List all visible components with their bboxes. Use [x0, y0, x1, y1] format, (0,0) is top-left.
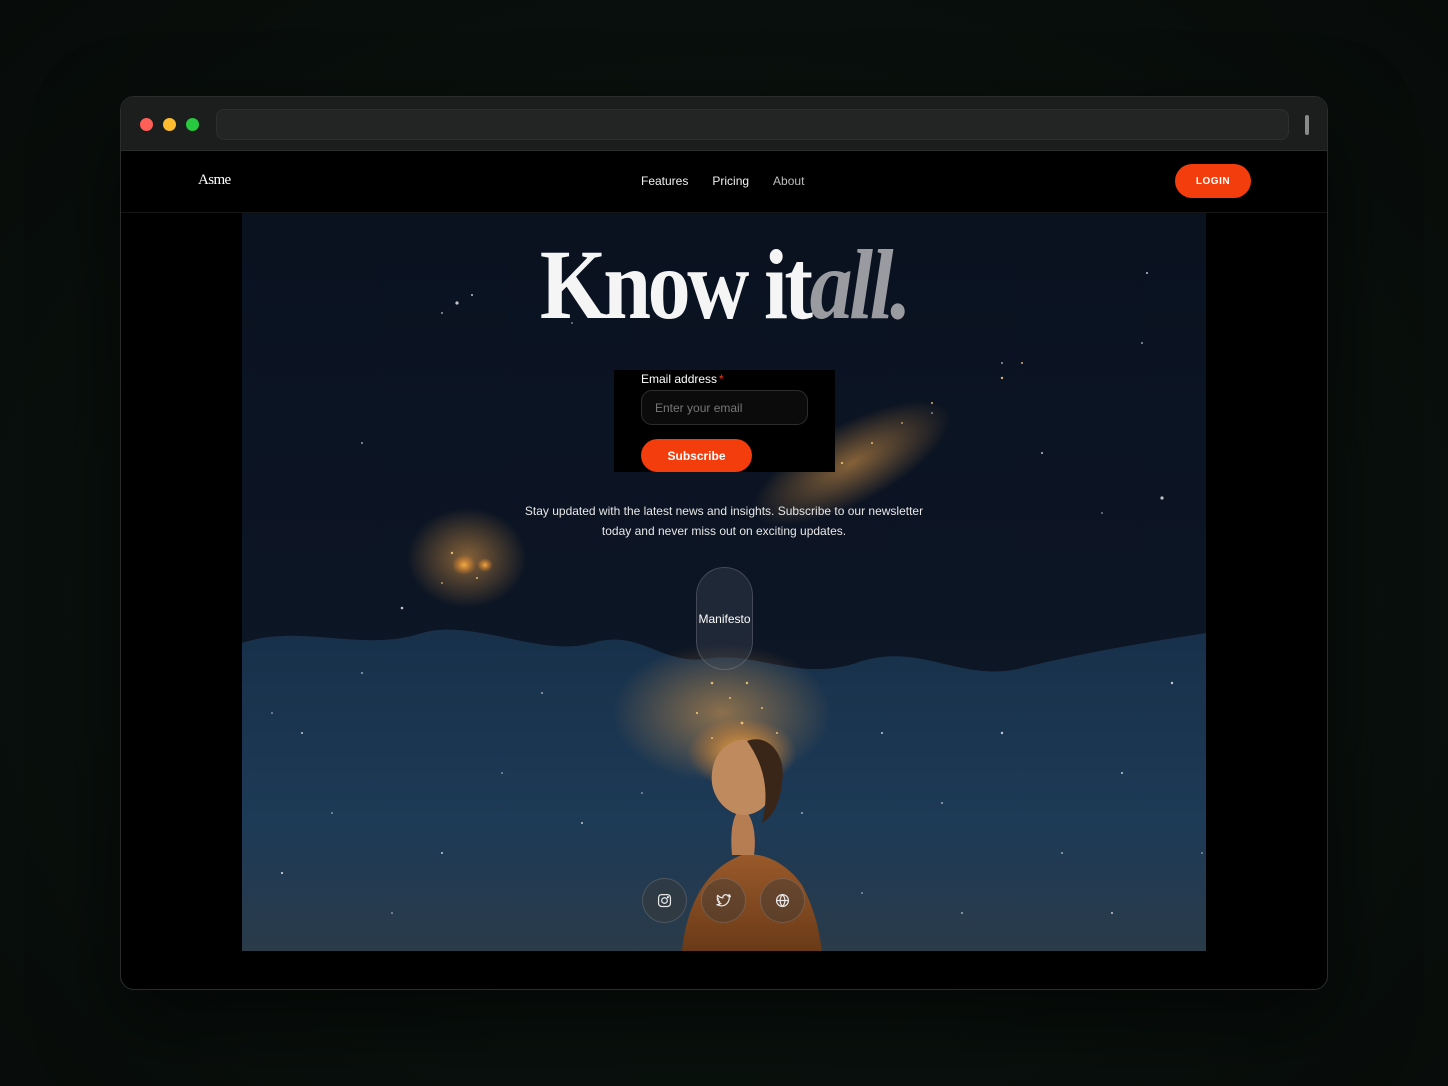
- address-bar[interactable]: [216, 109, 1289, 140]
- nav-link-features[interactable]: Features: [641, 174, 688, 188]
- email-label: Email address *: [641, 372, 724, 386]
- site-logo[interactable]: Asme: [198, 172, 231, 189]
- hero-headline: Know itall.: [309, 235, 1138, 335]
- sidebar-toggle-handle[interactable]: [1305, 115, 1309, 135]
- close-icon[interactable]: [140, 118, 153, 131]
- newsletter-description: Stay updated with the latest news and in…: [524, 504, 924, 538]
- manifesto-button[interactable]: Manifesto: [696, 567, 753, 670]
- instagram-icon: [657, 893, 672, 908]
- email-label-text: Email address: [641, 372, 718, 386]
- twitter-icon: [716, 894, 731, 907]
- website-button[interactable]: [760, 878, 805, 923]
- nav-links: Features Pricing About: [641, 174, 804, 188]
- twitter-button[interactable]: [701, 878, 746, 923]
- email-input[interactable]: [641, 390, 808, 425]
- login-button[interactable]: LOGIN: [1175, 164, 1251, 198]
- browser-window: Asme Features Pricing About LOGIN Know i…: [120, 96, 1328, 990]
- instagram-button[interactable]: [642, 878, 687, 923]
- nav-link-about[interactable]: About: [773, 174, 804, 188]
- headline-accent: all.: [809, 229, 912, 340]
- nav-link-pricing[interactable]: Pricing: [712, 174, 749, 188]
- browser-titlebar: [121, 97, 1327, 151]
- minimize-icon[interactable]: [163, 118, 176, 131]
- newsletter-form: Email address* Subscribe: [614, 370, 835, 472]
- subscribe-button[interactable]: Subscribe: [641, 439, 752, 472]
- headline-main: Know it: [539, 229, 813, 340]
- hero-section: Know itall. Email address* Subscribe Sta…: [242, 213, 1206, 951]
- globe-icon: [775, 893, 790, 908]
- social-links: [642, 878, 805, 923]
- required-asterisk: *: [719, 372, 724, 386]
- maximize-icon[interactable]: [186, 118, 199, 131]
- site-navbar: Asme Features Pricing About LOGIN: [121, 151, 1327, 213]
